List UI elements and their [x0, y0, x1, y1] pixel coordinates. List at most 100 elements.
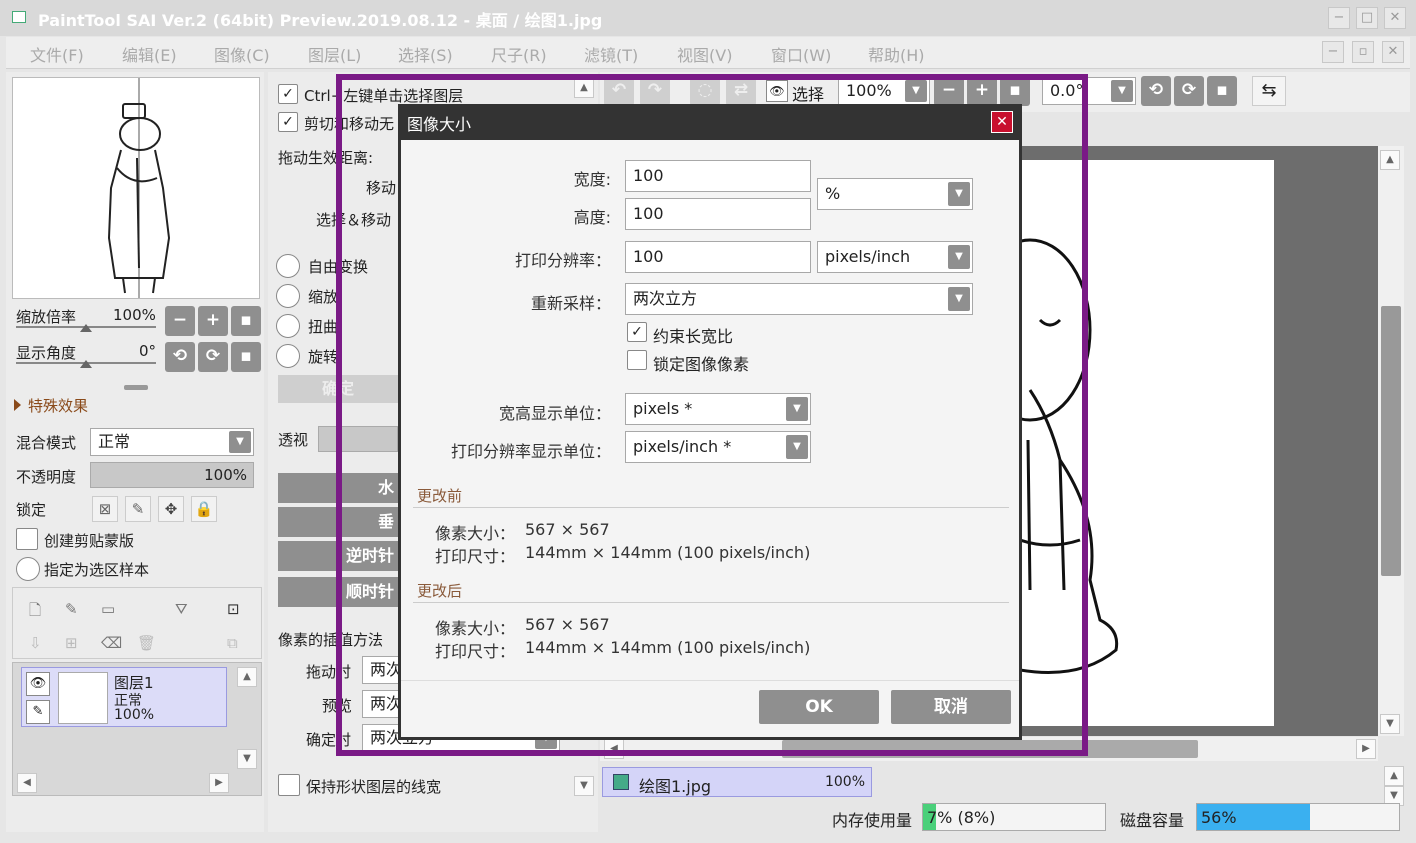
clip-mask-label: 创建剪贴蒙版 [44, 532, 135, 550]
dialog-title-bar[interactable]: 图像大小 ✕ [401, 104, 1019, 140]
eye-icon[interactable]: 👁 [26, 672, 50, 696]
constrain-ratio-checkbox[interactable]: ✓ [627, 322, 647, 342]
ok-button[interactable]: OK [759, 690, 879, 724]
window-title: PaintTool SAI Ver.2 (64bit) Preview.2019… [38, 11, 603, 30]
delete-layer-icon[interactable]: 🗑 [137, 634, 156, 652]
height-input[interactable]: 100 [625, 198, 811, 230]
doc-close-button[interactable]: ✕ [1382, 41, 1404, 63]
keep-stroke-checkbox[interactable] [278, 774, 300, 796]
rotate-cw-button[interactable]: ⟳ [198, 342, 228, 372]
layer-effect-icon[interactable]: ⛛ [175, 600, 188, 618]
new-pen-layer-icon[interactable]: ✎ [65, 600, 78, 618]
new-layer-icon[interactable]: 🗋 [29, 600, 41, 625]
dialog-close-icon[interactable]: ✕ [991, 111, 1013, 133]
layer-mask-icon[interactable]: ⊡ [227, 600, 240, 618]
pen-icon[interactable]: ✎ [26, 700, 50, 724]
close-window-button[interactable]: ✕ [1384, 7, 1406, 29]
doc-restore-button[interactable]: ▫ [1352, 41, 1374, 63]
before-print-label: 打印尺寸： [435, 547, 516, 566]
menu-help[interactable]: 帮助(H) [868, 42, 925, 66]
scroll-right-button[interactable]: ▶ [1356, 739, 1376, 759]
lock-all-button[interactable]: 🔒 [191, 496, 217, 522]
disk-value: 56% [1201, 808, 1237, 827]
zoom-slider-thumb[interactable] [80, 324, 92, 332]
menu-filter[interactable]: 滤镜(T) [584, 42, 638, 66]
layer-scroll-down[interactable]: ▼ [237, 749, 257, 769]
cancel-button[interactable]: 取消 [891, 690, 1011, 724]
rotate-ccw-button[interactable]: ⟲ [165, 342, 195, 372]
disk-gauge: 56% [1196, 803, 1400, 831]
selection-sample-label: 指定为选区样本 [44, 561, 150, 579]
zoom-in-button[interactable]: + [198, 306, 228, 336]
merge-down-icon[interactable]: ⇩ [29, 634, 42, 652]
blend-mode-select[interactable]: 正常 ▼ [90, 428, 254, 456]
effects-label[interactable]: 特殊效果 [28, 395, 88, 416]
resolution-unit-select[interactable]: pixels/inch ▼ [817, 241, 973, 273]
opacity-slider[interactable]: 100% [90, 462, 254, 488]
lock-move-button[interactable]: ✥ [158, 496, 184, 522]
toolbar-rotate-reset-button[interactable]: ▪ [1207, 76, 1237, 106]
distort-radio[interactable] [276, 314, 300, 338]
layer-settings-icon[interactable]: ⧉ [227, 634, 238, 652]
vertical-scroll-thumb[interactable] [1381, 306, 1401, 576]
opacity-value: 100% [204, 466, 247, 484]
toolbar-rotate-ccw-button[interactable]: ⟲ [1141, 76, 1171, 106]
clip-mask-checkbox[interactable] [16, 528, 38, 550]
chevron-down-icon: ▼ [948, 287, 970, 311]
lock-transparency-button[interactable]: ⊠ [92, 496, 118, 522]
new-folder-icon[interactable]: ▭ [101, 600, 115, 618]
panel-splitter[interactable] [124, 385, 148, 390]
layer-scroll-right[interactable]: ▶ [209, 773, 229, 793]
cut-move-checkbox[interactable]: ✓ [278, 112, 298, 132]
menu-window[interactable]: 窗口(W) [771, 42, 831, 66]
angle-slider-thumb[interactable] [80, 360, 92, 368]
res-display-unit-select[interactable]: pixels/inch * ▼ [625, 431, 811, 463]
clear-layer-icon[interactable]: ⌫ [101, 634, 122, 652]
display-unit-select[interactable]: pixels * ▼ [625, 393, 811, 425]
zoom-reset-button[interactable]: ▪ [231, 306, 261, 336]
maximize-button[interactable]: □ [1356, 7, 1378, 29]
rotate-reset-button[interactable]: ▪ [231, 342, 261, 372]
layer-row[interactable]: 👁 ✎ 图层1 正常 100% [21, 667, 227, 727]
minimize-button[interactable]: − [1328, 7, 1350, 29]
ctrl-click-checkbox[interactable]: ✓ [278, 84, 298, 104]
expand-triangle-icon[interactable] [14, 399, 21, 411]
selection-sample-checkbox[interactable] [16, 557, 40, 581]
layer-scroll-up[interactable]: ▲ [237, 667, 257, 687]
menu-edit[interactable]: 编辑(E) [122, 42, 177, 66]
add-layer-icon[interactable]: ⊞ [65, 634, 78, 652]
menu-ruler[interactable]: 尺子(R) [491, 42, 547, 66]
menu-file[interactable]: 文件(F) [30, 42, 84, 66]
width-input[interactable]: 100 [625, 160, 811, 192]
scale-radio[interactable] [276, 284, 300, 308]
lock-paint-button[interactable]: ✎ [125, 496, 151, 522]
menu-view[interactable]: 视图(V) [677, 42, 732, 66]
size-unit-select[interactable]: % ▼ [817, 178, 973, 210]
doc-minimize-button[interactable]: − [1322, 41, 1344, 63]
scroll-up-button[interactable]: ▲ [1380, 150, 1400, 170]
menu-image[interactable]: 图像(C) [214, 42, 270, 66]
blend-mode-label: 混合模式 [16, 434, 77, 452]
document-tab[interactable]: 绘图1.jpg 100% [602, 767, 872, 797]
free-transform-radio[interactable] [276, 254, 300, 278]
lock-pixels-checkbox[interactable] [627, 350, 647, 370]
rotate-radio[interactable] [276, 344, 300, 368]
before-header: 更改前 [417, 487, 463, 505]
scroll-down-button[interactable]: ▼ [1380, 714, 1400, 734]
vertical-scrollbar[interactable]: ▲ ▼ [1378, 146, 1404, 736]
resample-select[interactable]: 两次立方 ▼ [625, 283, 973, 315]
chevron-down-icon: ▼ [1111, 80, 1133, 102]
menu-select[interactable]: 选择(S) [398, 42, 453, 66]
flip-view-icon[interactable]: ⇆ [1252, 76, 1286, 106]
tab-scroll-up[interactable]: ▲ [1384, 766, 1404, 786]
constrain-ratio-label: 约束长宽比 [653, 327, 734, 346]
layer-scroll-left[interactable]: ◀ [17, 773, 37, 793]
panel-collapse-down[interactable]: ▼ [574, 776, 594, 796]
zoom-out-button[interactable]: − [165, 306, 195, 336]
resolution-input[interactable]: 100 [625, 241, 811, 273]
toolbar-rotate-cw-button[interactable]: ⟳ [1174, 76, 1204, 106]
layer-list: 👁 ✎ 图层1 正常 100% ▲ ▼ ◀ ▶ [12, 662, 262, 796]
navigator-preview[interactable] [12, 77, 260, 299]
blend-mode-value: 正常 [98, 432, 131, 451]
menu-layer[interactable]: 图层(L) [308, 42, 361, 66]
